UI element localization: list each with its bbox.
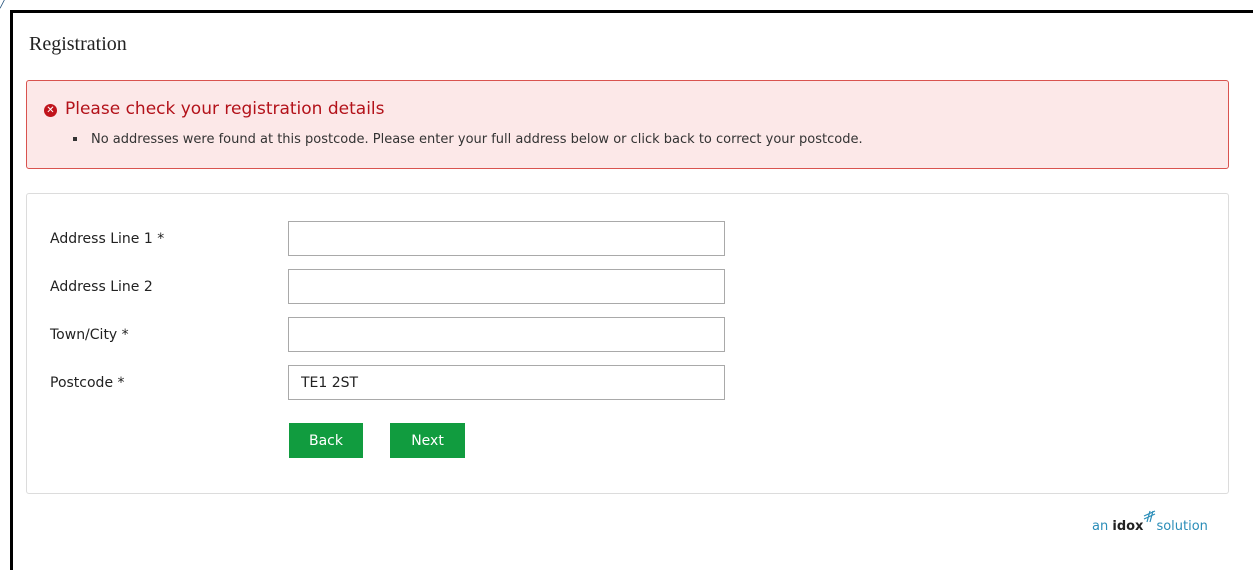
footer-suffix: solution: [1156, 519, 1208, 534]
address-form: Address Line 1 * Address Line 2 Town/Cit…: [26, 193, 1229, 494]
next-button[interactable]: Next: [390, 423, 465, 458]
error-message: No addresses were found at this postcode…: [65, 132, 863, 147]
address-line-2-input[interactable]: [288, 269, 725, 304]
idox-logo-icon: [1143, 510, 1156, 523]
postcode-label: Postcode *: [50, 375, 125, 391]
registration-frame: Registration ✕ Please check your registr…: [10, 10, 1253, 570]
error-message-text: No addresses were found at this postcode…: [91, 132, 863, 147]
top-strip: ╱: [0, 0, 1253, 10]
town-city-label: Town/City *: [50, 327, 129, 343]
back-button[interactable]: Back: [289, 423, 363, 458]
error-title: Please check your registration details: [65, 99, 385, 119]
address-line-1-label: Address Line 1 *: [50, 231, 165, 247]
town-city-input[interactable]: [288, 317, 725, 352]
top-corner-mark: ╱: [0, 0, 7, 9]
postcode-input[interactable]: [288, 365, 725, 400]
page-title: Registration: [29, 33, 127, 55]
footer-prefix: an: [1092, 519, 1109, 534]
bullet-icon: [73, 136, 77, 141]
idox-footer-logo: an idox solution: [1092, 510, 1208, 534]
address-line-1-input[interactable]: [288, 221, 725, 256]
error-circle-icon: ✕: [44, 104, 57, 117]
address-line-2-label: Address Line 2: [50, 279, 153, 295]
footer-brand: idox: [1112, 519, 1144, 534]
error-summary: ✕ Please check your registration details…: [26, 80, 1229, 169]
